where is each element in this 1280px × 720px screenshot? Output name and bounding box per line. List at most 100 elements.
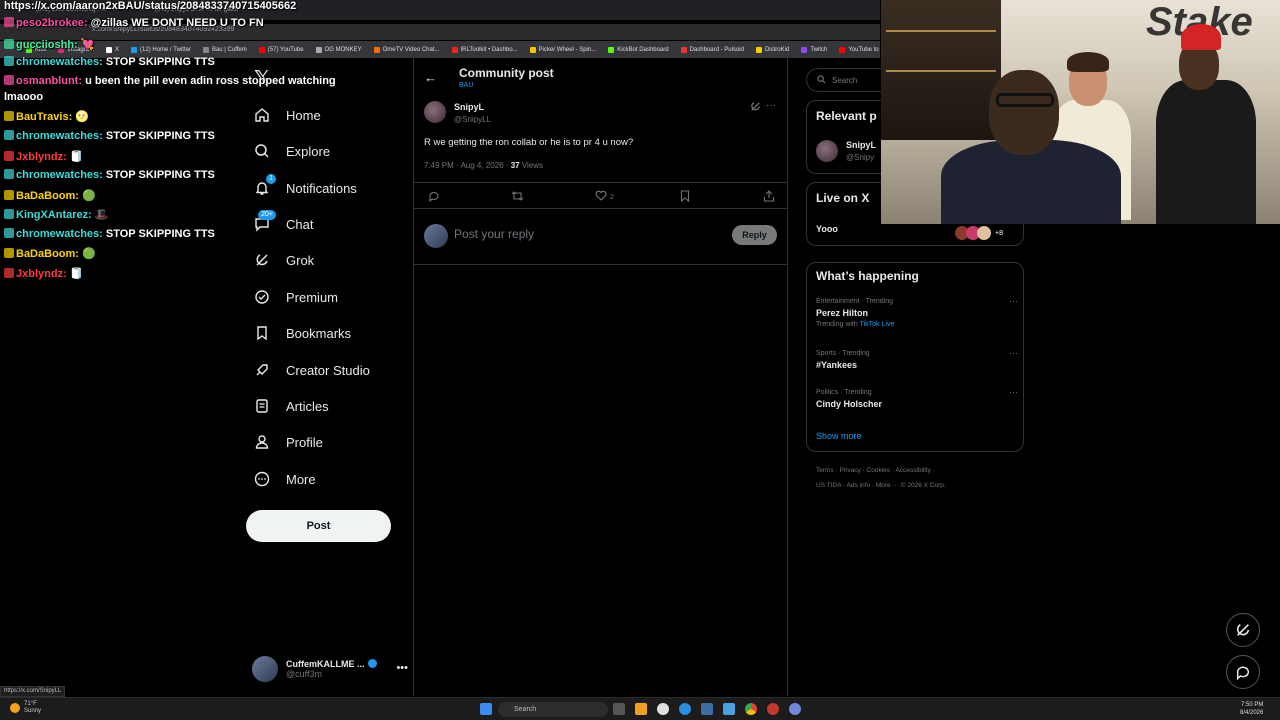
app-icon[interactable]: [723, 703, 735, 715]
more-dots-icon[interactable]: ···: [1009, 387, 1018, 397]
nav-item-articles[interactable]: Articles: [252, 391, 329, 421]
verified-icon: [367, 659, 377, 668]
bookmark-item[interactable]: YouTube to WAV D...: [833, 46, 880, 53]
heart-icon: [595, 190, 607, 204]
more-dots-icon[interactable]: •••: [396, 662, 408, 674]
chat-username: peso2brokee:: [16, 17, 88, 29]
chat-message: chromewatches: STOP SKIPPING TTS: [4, 169, 215, 181]
red-hat: [1181, 24, 1221, 50]
bookmark-item[interactable]: Dashboard - Pulsoid: [675, 46, 750, 53]
bookmark-icon[interactable]: [680, 190, 690, 202]
nav-item-bookmarks[interactable]: Bookmarks: [252, 318, 351, 348]
bookmark-label: KickBot Dashboard: [617, 46, 669, 53]
repost-icon[interactable]: [511, 190, 524, 202]
person: [1067, 52, 1109, 72]
post-author-handle[interactable]: @SnipyLL: [454, 115, 491, 124]
chat-username: chromewatches:: [16, 169, 103, 181]
nav-item-profile[interactable]: Profile: [252, 427, 323, 457]
bookmark-favicon-icon: [839, 46, 846, 53]
app-icon[interactable]: [657, 703, 669, 715]
trend-name: Cindy Holscher: [816, 399, 883, 409]
chat-badge-icon: [4, 151, 14, 161]
avatar: [252, 656, 278, 682]
trend-context-link[interactable]: TikTok Live: [860, 321, 895, 328]
chat-text: STOP SKIPPING TTS: [105, 169, 215, 181]
back-arrow-icon[interactable]: ←: [424, 70, 437, 85]
like-count: 2: [610, 193, 614, 201]
live-item[interactable]: Yooo: [816, 224, 838, 234]
relevant-name[interactable]: SnipyL: [846, 140, 876, 150]
system-clock[interactable]: 7:50 PM 8/4/2026: [1240, 701, 1263, 717]
chrome-icon[interactable]: [745, 703, 757, 715]
reply-button[interactable]: Reply: [732, 225, 777, 245]
bookmark-favicon-icon: [529, 46, 536, 53]
share-icon[interactable]: [763, 190, 775, 202]
footer-links[interactable]: Terms · Privacy · Cookies · Accessibilit…: [816, 467, 935, 474]
avatar: [977, 226, 991, 240]
bookmark-favicon-icon: [680, 46, 687, 53]
status-url: https://x.com/SnipyLL: [0, 686, 66, 697]
grok-fab-icon[interactable]: [1226, 613, 1260, 647]
chat-message: BaDaBoom: 🟢: [4, 247, 96, 260]
footer-links[interactable]: US TIDA · Ads info · More ··· © 2026 X C…: [816, 482, 946, 489]
nav-item-more[interactable]: More: [252, 464, 316, 494]
taskbar-search[interactable]: Search: [498, 702, 608, 717]
avatar[interactable]: [424, 101, 446, 123]
edge-icon[interactable]: [679, 703, 691, 715]
messages-fab-icon[interactable]: [1226, 655, 1260, 689]
avatar[interactable]: [816, 140, 838, 162]
bookmark-label: Dashboard - Pulsoid: [689, 46, 744, 53]
clock-time: 7:50 PM: [1241, 702, 1264, 708]
like-button[interactable]: 2: [595, 190, 614, 204]
chat-message: peso2brokee: @zillas WE DONT NEED U TO F…: [4, 17, 264, 29]
reply-input[interactable]: [454, 227, 724, 241]
bookmark-label: IRLToolkit • Dashbo...: [460, 46, 518, 53]
live-title: Live on X: [816, 191, 870, 205]
file-explorer-icon[interactable]: [635, 703, 647, 715]
reply-icon[interactable]: [428, 190, 440, 202]
weather-temp: 71°F: [24, 701, 37, 707]
trend-item[interactable]: Sports · Trending #Yankees: [816, 350, 870, 370]
chat-message: chromewatches: STOP SKIPPING TTS: [4, 228, 215, 240]
show-more-link[interactable]: Show more: [816, 431, 862, 441]
live-avatars[interactable]: +8: [955, 224, 1015, 242]
task-view-icon[interactable]: [613, 703, 625, 715]
bookmark-favicon-icon: [801, 46, 808, 53]
premium-icon: [252, 287, 272, 307]
chat-username: BauTravis:: [16, 111, 73, 123]
app-icon[interactable]: [767, 703, 779, 715]
bookmark-item[interactable]: DistroKid: [750, 46, 795, 53]
post-author-name[interactable]: SnipyL: [454, 102, 484, 112]
trend-item[interactable]: Entertainment · Trending Perez Hilton Tren…: [816, 298, 894, 328]
chat-badge-icon: [4, 190, 14, 200]
discord-icon[interactable]: [789, 703, 801, 715]
grok-icon[interactable]: [750, 101, 761, 115]
bookmark-item[interactable]: Picker Wheel - Spin...: [524, 46, 603, 53]
post-text: R we getting the ron collab or he is to …: [424, 137, 634, 148]
chat-badge-icon: [4, 209, 14, 219]
account-switcher[interactable]: CuffemKALLME ... @cuff3m •••: [252, 654, 412, 684]
weather-widget[interactable]: 71°F Sunny: [10, 701, 41, 715]
more-dots-icon[interactable]: ···: [766, 100, 776, 111]
nav-item-creator-studio[interactable]: Creator Studio: [252, 355, 370, 385]
article-icon: [252, 396, 272, 416]
more-dots-icon[interactable]: ···: [1009, 348, 1018, 358]
chat-badge-icon: [4, 268, 14, 278]
chat-message: Jxblyndz: 🧻: [4, 150, 84, 163]
relevant-title: Relevant p: [816, 109, 877, 123]
bookmark-item[interactable]: Twitch: [795, 46, 833, 53]
chat-username: KingXAntarez:: [16, 209, 92, 221]
chat-text: 💘: [80, 39, 95, 51]
community-link[interactable]: BAU: [459, 82, 473, 89]
trend-item[interactable]: Politics · Trending Cindy Holscher: [816, 389, 882, 409]
app-icon[interactable]: [701, 703, 713, 715]
bookmark-item[interactable]: IRLToolkit • Dashbo...: [446, 46, 524, 53]
main-column: ← Community post BAU SnipyL @SnipyLL ···…: [413, 58, 788, 696]
bookmark-item[interactable]: KickBot Dashboard: [602, 46, 674, 53]
nav-label: More: [286, 471, 316, 487]
more-dots-icon[interactable]: ···: [1009, 296, 1018, 306]
chat-message: osmanblunt: u been the pill even adin ro…: [4, 75, 336, 87]
chat-badge-icon: [4, 169, 14, 179]
windows-start-icon[interactable]: [480, 703, 492, 715]
post-button[interactable]: Post: [246, 510, 391, 542]
